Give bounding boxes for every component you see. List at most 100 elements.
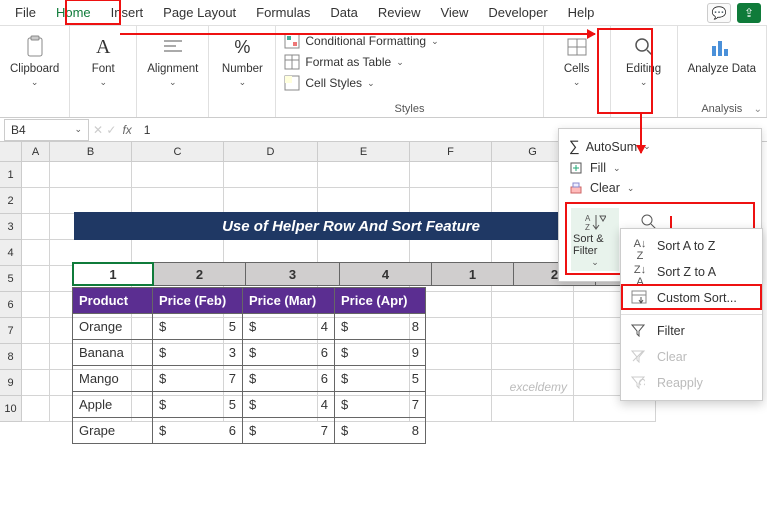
helper-cell[interactable]: 1 — [432, 262, 514, 286]
custom-sort-label: Custom Sort... — [657, 291, 737, 305]
analyze-data-button[interactable]: Analyze Data — [684, 32, 760, 78]
row-header[interactable]: 9 — [0, 370, 22, 396]
cell-price[interactable]: $4 — [243, 392, 335, 417]
cell-price[interactable]: $6 — [243, 366, 335, 391]
alignment-button[interactable]: Alignment⌄ — [143, 32, 202, 90]
row-headers: 1 2 3 4 5 6 7 8 9 10 — [0, 162, 22, 422]
table-header[interactable]: Price (Apr) — [335, 288, 425, 313]
menu-file[interactable]: File — [6, 1, 45, 24]
row-header[interactable]: 7 — [0, 318, 22, 344]
menu-formulas[interactable]: Formulas — [247, 1, 319, 24]
cells-button[interactable]: Cells⌄ — [550, 32, 604, 90]
cell-price[interactable]: $7 — [243, 418, 335, 443]
row-header[interactable]: 1 — [0, 162, 22, 188]
sort-filter-menu: A↓ZSort A to Z Z↓ASort Z to A Custom Sor… — [620, 228, 763, 401]
col-header-a[interactable]: A — [22, 142, 50, 162]
row-header[interactable]: 8 — [0, 344, 22, 370]
custom-sort-icon — [631, 290, 649, 306]
ribbon: Clipboard⌄ A Font⌄ Alignment⌄ % Number⌄ … — [0, 26, 767, 118]
table-row[interactable]: Banana$3$6$9 — [73, 339, 425, 365]
fx-icon[interactable]: fx — [116, 123, 137, 137]
cell-price[interactable]: $8 — [335, 418, 425, 443]
sort-az-button[interactable]: A↓ZSort A to Z — [621, 233, 762, 259]
cell-price[interactable]: $6 — [153, 418, 243, 443]
autosum-button[interactable]: AutoSum — [586, 140, 637, 154]
clipboard-button[interactable]: Clipboard⌄ — [6, 32, 63, 90]
cell-price[interactable]: $9 — [335, 340, 425, 365]
sort-filter-button[interactable]: AZ Sort & Filter⌄ — [571, 208, 619, 271]
cell-price[interactable]: $8 — [335, 314, 425, 339]
table-row[interactable]: Grape$6$7$8 — [73, 417, 425, 443]
row-header[interactable]: 6 — [0, 292, 22, 318]
sort-za-button[interactable]: Z↓ASort Z to A — [621, 259, 762, 285]
helper-cell[interactable]: 3 — [246, 262, 340, 286]
menu-developer[interactable]: Developer — [479, 1, 556, 24]
name-box[interactable]: B4⌄ — [4, 119, 89, 141]
share-button[interactable]: ⇪ — [737, 3, 761, 23]
col-header-d[interactable]: D — [224, 142, 318, 162]
menu-help[interactable]: Help — [559, 1, 604, 24]
cell-price[interactable]: $4 — [243, 314, 335, 339]
cell-styles-button[interactable]: Cell Styles ⌄ — [282, 74, 376, 92]
menu-page-layout[interactable]: Page Layout — [154, 1, 245, 24]
row-header[interactable]: 3 — [0, 214, 22, 240]
styles-group-label: Styles — [395, 101, 425, 115]
cell-product[interactable]: Mango — [73, 366, 153, 391]
table-row[interactable]: Mango$7$6$5 — [73, 365, 425, 391]
format-as-table-button[interactable]: Format as Table ⌄ — [282, 53, 405, 71]
number-label: Number — [222, 63, 263, 75]
group-styles: Conditional Formatting ⌄ Format as Table… — [276, 26, 543, 117]
fill-button[interactable]: Fill — [590, 161, 606, 175]
font-button[interactable]: A Font⌄ — [76, 32, 130, 90]
row-header[interactable]: 2 — [0, 188, 22, 214]
col-header-e[interactable]: E — [318, 142, 410, 162]
menu-home[interactable]: Home — [47, 1, 100, 24]
custom-sort-button[interactable]: Custom Sort... — [621, 285, 762, 311]
table-row[interactable]: Orange$5$4$8 — [73, 313, 425, 339]
alignment-label: Alignment — [147, 63, 198, 75]
group-editing: Editing⌄ — [611, 26, 678, 117]
table-header[interactable]: Price (Feb) — [153, 288, 243, 313]
select-all-corner[interactable] — [0, 142, 22, 162]
col-header-b[interactable]: B — [50, 142, 132, 162]
table-header[interactable]: Price (Mar) — [243, 288, 335, 313]
editing-button[interactable]: Editing⌄ — [617, 32, 671, 90]
sort-za-icon: Z↓A — [631, 264, 649, 280]
clipboard-label: Clipboard — [10, 63, 59, 75]
comments-button[interactable]: 💬 — [707, 3, 731, 23]
table-row[interactable]: Apple$5$4$7 — [73, 391, 425, 417]
cell-product[interactable]: Grape — [73, 418, 153, 443]
ribbon-collapse-button[interactable]: ⌄ — [754, 104, 762, 115]
cell-price[interactable]: $6 — [243, 340, 335, 365]
menu-review[interactable]: Review — [369, 1, 430, 24]
comment-icon: 💬 — [712, 6, 727, 20]
helper-cell[interactable]: 2 — [154, 262, 246, 286]
helper-cell[interactable]: 4 — [340, 262, 432, 286]
cell-price[interactable]: $5 — [335, 366, 425, 391]
cell-price[interactable]: $7 — [335, 392, 425, 417]
clear-icon — [569, 181, 583, 195]
number-button[interactable]: % Number⌄ — [215, 32, 269, 90]
row-header[interactable]: 4 — [0, 240, 22, 266]
table-header[interactable]: Product — [73, 288, 153, 313]
cell-product[interactable]: Orange — [73, 314, 153, 339]
col-header-c[interactable]: C — [132, 142, 224, 162]
cell-price[interactable]: $5 — [153, 314, 243, 339]
editing-label: Editing — [626, 63, 661, 75]
row-header[interactable]: 10 — [0, 396, 22, 422]
cell-price[interactable]: $7 — [153, 366, 243, 391]
cond-format-label: Conditional Formatting — [305, 34, 426, 48]
cell-price[interactable]: $5 — [153, 392, 243, 417]
clear-button[interactable]: Clear — [590, 181, 620, 195]
cell-product[interactable]: Banana — [73, 340, 153, 365]
filter-button[interactable]: Filter — [621, 318, 762, 344]
menu-data[interactable]: Data — [321, 1, 366, 24]
helper-cell[interactable]: 1 — [72, 262, 154, 286]
cell-product[interactable]: Apple — [73, 392, 153, 417]
col-header-f[interactable]: F — [410, 142, 492, 162]
menu-insert[interactable]: Insert — [102, 1, 153, 24]
cell-price[interactable]: $3 — [153, 340, 243, 365]
menu-view[interactable]: View — [431, 1, 477, 24]
row-header[interactable]: 5 — [0, 266, 22, 292]
menu-bar: File Home Insert Page Layout Formulas Da… — [0, 0, 767, 26]
